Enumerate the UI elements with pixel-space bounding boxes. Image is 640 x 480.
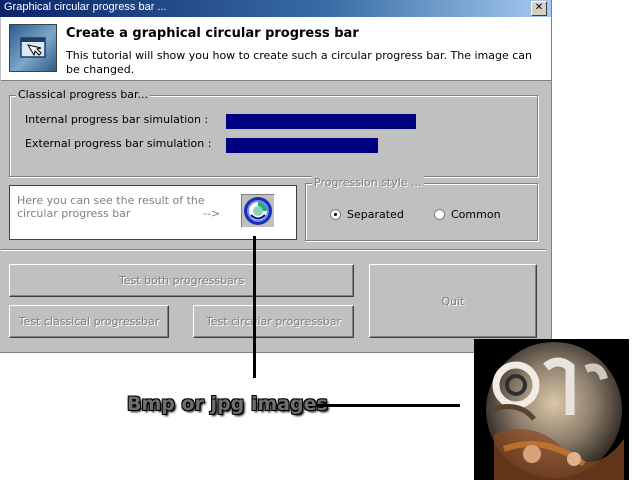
result-description: Here you can see the result of the circu… xyxy=(17,194,205,220)
title-bar: Graphical circular progress bar ... ✕ xyxy=(0,0,551,17)
close-button[interactable]: ✕ xyxy=(531,1,547,16)
header-panel: Create a graphical circular progress bar… xyxy=(1,17,551,81)
external-progress-label: External progress bar simulation : xyxy=(25,137,212,150)
radio-common[interactable] xyxy=(434,209,445,220)
pointer-line-horizontal xyxy=(316,404,460,407)
bmp-jpg-caption: Bmp or jpg images xyxy=(127,393,328,415)
test-circular-button[interactable]: Test circular progressbar xyxy=(193,305,354,338)
test-both-button[interactable]: Test both progressbars xyxy=(9,264,354,297)
radio-separated[interactable] xyxy=(330,209,341,220)
classical-progress-group: Classical progress bar... xyxy=(9,88,538,177)
circular-progress-icon xyxy=(241,194,275,228)
internal-progress-label: Internal progress bar simulation : xyxy=(25,113,209,126)
internal-progress-fill xyxy=(226,114,416,129)
radio-separated-label[interactable]: Separated xyxy=(347,208,404,221)
external-progress-bar xyxy=(226,138,416,153)
external-progress-fill xyxy=(226,138,378,153)
quit-button[interactable]: Quit xyxy=(369,264,537,338)
window-title: Graphical circular progress bar ... xyxy=(4,1,167,13)
radio-common-label[interactable]: Common xyxy=(451,208,501,221)
pointer-line-vertical xyxy=(253,236,256,378)
main-window: Graphical circular progress bar ... ✕ Cr… xyxy=(0,0,552,353)
separator-bottom xyxy=(1,249,546,251)
app-window-icon xyxy=(9,24,57,72)
page-title: Create a graphical circular progress bar xyxy=(66,26,359,41)
internal-progress-bar xyxy=(226,114,416,129)
progression-style-legend: Progression style ... xyxy=(312,176,424,189)
classical-group-legend: Classical progress bar... xyxy=(16,88,151,101)
test-classical-button[interactable]: Test classical progressbar xyxy=(9,305,169,338)
result-arrow: --> xyxy=(203,207,221,220)
page-description: This tutorial will show you how to creat… xyxy=(66,49,532,76)
circular-image-preview xyxy=(474,339,629,480)
result-preview-box: Here you can see the result of the circu… xyxy=(9,185,297,240)
